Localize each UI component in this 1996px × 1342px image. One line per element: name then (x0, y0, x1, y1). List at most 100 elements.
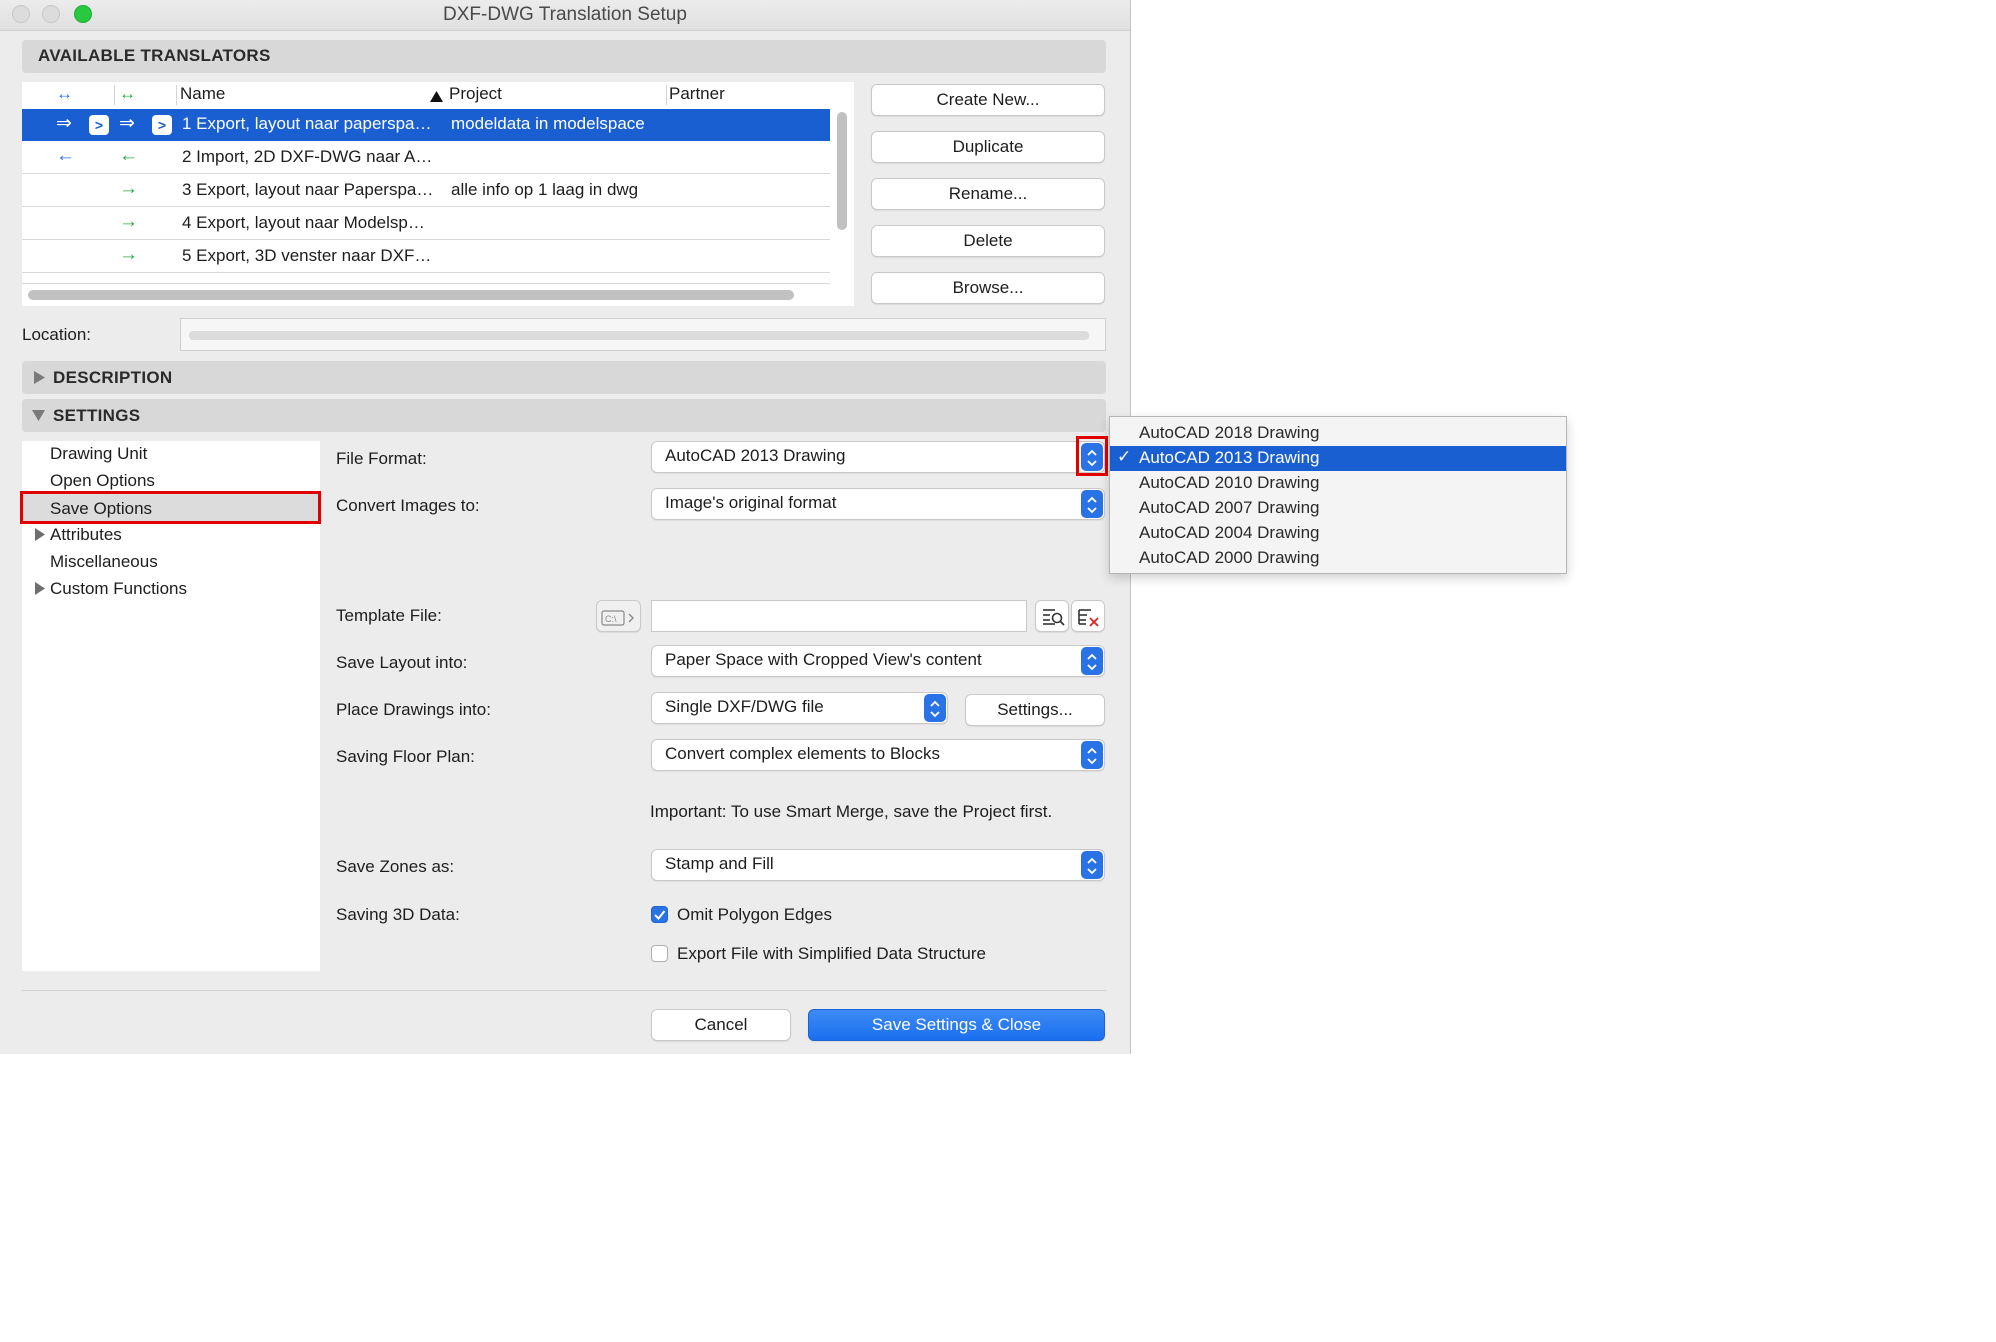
settings-title: SETTINGS (53, 406, 141, 425)
import-arrow-icon: ← (119, 145, 138, 166)
sort-ascending-icon (430, 91, 443, 102)
dropdown-option-label: AutoCAD 2000 Drawing (1139, 548, 1320, 567)
export-arrow-icon: → (119, 211, 138, 232)
dropdown-option[interactable]: AutoCAD 2007 Drawing (1110, 496, 1566, 521)
save-settings-close-button[interactable]: Save Settings & Close (808, 1009, 1105, 1041)
file-format-dropdown-menu: AutoCAD 2018 Drawing ✓ AutoCAD 2013 Drawin… (1109, 416, 1567, 574)
settings-tree: Drawing Unit Open Options Save Options A… (20, 441, 321, 971)
vertical-scrollbar[interactable] (837, 112, 847, 230)
translators-table[interactable]: ↔ ↔ Name Project Partner ⇒ > ⇒ > 1 Expor… (22, 82, 854, 306)
dropdown-option[interactable]: AutoCAD 2004 Drawing (1110, 521, 1566, 546)
title-bar: DXF-DWG Translation Setup (0, 0, 1130, 31)
file-format-select[interactable]: AutoCAD 2013 Drawing (651, 441, 1105, 473)
browse-button[interactable]: Browse... (871, 272, 1105, 304)
cancel-button[interactable]: Cancel (651, 1009, 791, 1041)
location-label: Location: (22, 325, 91, 344)
svg-text:C:\: C:\ (605, 614, 617, 624)
dropdown-option[interactable]: AutoCAD 2018 Drawing (1110, 421, 1566, 446)
translator-name: 3 Export, layout naar Paperspa… (182, 180, 434, 199)
save-zones-label: Save Zones as: (336, 857, 455, 876)
location-path-field (180, 318, 1106, 351)
file-format-label: File Format: (336, 449, 427, 468)
place-drawings-settings-button[interactable]: Settings... (965, 694, 1105, 726)
delete-button[interactable]: Delete (871, 225, 1105, 257)
table-row[interactable]: ← ← 2 Import, 2D DXF-DWG naar A… (22, 142, 830, 174)
save-zones-value: Stamp and Fill (665, 854, 774, 873)
disclosure-triangle-collapsed-icon[interactable] (35, 528, 45, 541)
table-row[interactable]: → 5 Export, 3D venster naar DXF… (22, 241, 830, 273)
disclosure-triangle-collapsed-icon[interactable] (35, 582, 45, 595)
export-arrow-icon: ⇒ (56, 113, 72, 134)
clear-template-button[interactable] (1071, 600, 1105, 632)
table-row[interactable]: ⇒ > ⇒ > 1 Export, layout naar paperspa… … (22, 109, 830, 141)
updown-chevron-icon (1087, 747, 1097, 765)
column-header-name[interactable]: Name (180, 84, 225, 104)
table-row (22, 274, 830, 284)
column-divider (666, 85, 667, 105)
dropdown-option[interactable]: AutoCAD 2010 Drawing (1110, 471, 1566, 496)
dropdown-option[interactable]: AutoCAD 2000 Drawing (1110, 546, 1566, 571)
popup-stepper-icon[interactable] (1081, 851, 1103, 879)
translator-name: 1 Export, layout naar paperspa… (182, 114, 432, 133)
settings-header[interactable]: SETTINGS (22, 399, 1106, 432)
tree-item-save-options-highlight[interactable]: Save Options (20, 491, 321, 524)
updown-chevron-icon (1087, 653, 1097, 671)
footer-divider (22, 990, 1106, 991)
translator-name: 5 Export, 3D venster naar DXF… (182, 246, 432, 265)
disclosure-triangle-collapsed-icon (34, 371, 45, 384)
saving-3d-label: Saving 3D Data: (336, 905, 460, 924)
file-format-value: AutoCAD 2013 Drawing (665, 446, 846, 465)
export-arrow-icon: → (119, 178, 138, 199)
available-translators-title: AVAILABLE TRANSLATORS (38, 46, 271, 65)
browse-template-button[interactable] (1035, 600, 1069, 632)
template-file-input[interactable] (651, 600, 1027, 632)
popup-stepper-icon[interactable] (1081, 490, 1103, 518)
bidirectional-arrow-icon: ↔ (119, 84, 136, 103)
drive-path-icon: C:\ (601, 610, 634, 626)
blurred-path (189, 331, 1089, 340)
updown-chevron-icon (1087, 496, 1097, 514)
save-layout-select[interactable]: Paper Space with Cropped View's content (651, 645, 1105, 677)
create-new-button[interactable]: Create New... (871, 84, 1105, 116)
popup-stepper-icon[interactable] (1081, 741, 1103, 769)
table-row[interactable]: → 3 Export, layout naar Paperspa… alle i… (22, 175, 830, 207)
omit-polygon-edges-checkbox[interactable] (651, 906, 668, 923)
duplicate-button[interactable]: Duplicate (871, 131, 1105, 163)
rename-button[interactable]: Rename... (871, 178, 1105, 210)
table-row[interactable]: → 4 Export, layout naar Modelsp… (22, 208, 830, 240)
tree-item-open-options[interactable]: Open Options (50, 471, 155, 491)
dropdown-option-label: AutoCAD 2013 Drawing (1139, 448, 1320, 467)
save-layout-value: Paper Space with Cropped View's content (665, 650, 982, 669)
simplified-structure-checkbox[interactable] (651, 945, 668, 962)
save-zones-select[interactable]: Stamp and Fill (651, 849, 1105, 881)
convert-images-value: Image's original format (665, 493, 837, 512)
dropdown-option-label: AutoCAD 2010 Drawing (1139, 473, 1320, 492)
convert-images-select[interactable]: Image's original format (651, 488, 1105, 520)
column-header-project[interactable]: Project (449, 84, 502, 104)
dropdown-option[interactable]: ✓ AutoCAD 2013 Drawing (1110, 446, 1566, 471)
dropdown-option-label: AutoCAD 2004 Drawing (1139, 523, 1320, 542)
tree-item-miscellaneous[interactable]: Miscellaneous (50, 552, 158, 572)
checkmark-icon (654, 910, 666, 920)
disclosure-triangle-expanded-icon (32, 410, 45, 421)
description-header[interactable]: DESCRIPTION (22, 361, 1106, 394)
place-drawings-value: Single DXF/DWG file (665, 697, 824, 716)
popup-stepper-icon[interactable] (924, 694, 946, 722)
omit-polygon-edges-label[interactable]: Omit Polygon Edges (677, 905, 832, 925)
updown-chevron-icon (930, 700, 940, 718)
chevron-right-icon: > (152, 115, 172, 135)
tree-item-custom-functions[interactable]: Custom Functions (50, 579, 187, 599)
horizontal-scrollbar[interactable] (28, 290, 794, 300)
popup-stepper-icon[interactable] (1081, 647, 1103, 675)
dropdown-option-label: AutoCAD 2007 Drawing (1139, 498, 1320, 517)
window-title: DXF-DWG Translation Setup (443, 4, 687, 25)
simplified-structure-label[interactable]: Export File with Simplified Data Structu… (677, 944, 986, 964)
column-header-partner[interactable]: Partner (669, 84, 725, 104)
template-path-button[interactable]: C:\ (596, 600, 641, 632)
tree-item-save-options[interactable]: Save Options (50, 499, 152, 519)
chevron-right-icon: > (89, 115, 109, 135)
place-drawings-select[interactable]: Single DXF/DWG file (651, 692, 948, 724)
tree-item-attributes[interactable]: Attributes (50, 525, 122, 545)
tree-item-drawing-unit[interactable]: Drawing Unit (50, 444, 147, 464)
saving-floor-plan-select[interactable]: Convert complex elements to Blocks (651, 739, 1105, 771)
